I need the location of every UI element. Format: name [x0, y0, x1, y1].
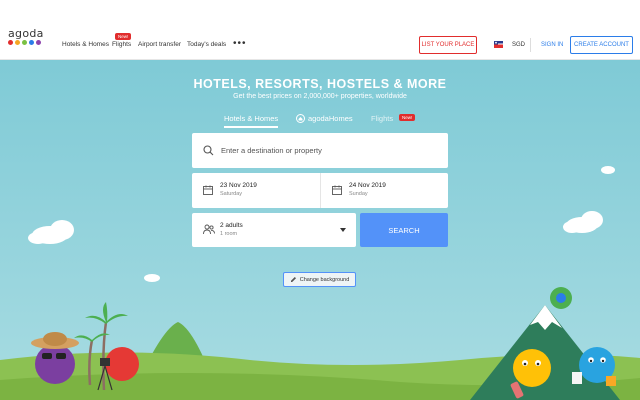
- pencil-icon: [290, 277, 296, 282]
- logo-dot: [15, 40, 20, 45]
- tab-hotels-homes[interactable]: Hotels & Homes: [224, 114, 279, 128]
- tab-agoda-homes[interactable]: agodaHomes: [308, 114, 353, 123]
- nav-flights-new-badge: New!: [115, 33, 132, 40]
- rooms-value: 1 room: [220, 231, 238, 237]
- logo-dots: [8, 40, 41, 45]
- hero-subtitle: Get the best prices on 2,000,000+ proper…: [233, 93, 407, 100]
- calendar-icon: [332, 185, 342, 195]
- change-background-label: Change background: [299, 276, 350, 283]
- logo-dot: [8, 40, 13, 45]
- nav-hotels-homes[interactable]: Hotels & Homes: [62, 41, 109, 48]
- logo-dot: [36, 40, 41, 45]
- check-out-day: Sunday: [349, 191, 368, 197]
- search-button[interactable]: SEARCH: [360, 213, 448, 247]
- create-account-button[interactable]: CREATE ACCOUNT: [570, 36, 633, 54]
- change-background-button[interactable]: Change background: [283, 272, 356, 287]
- nav-flights[interactable]: Flights: [112, 41, 131, 48]
- chevron-down-icon: [340, 228, 346, 232]
- nav-todays-deals[interactable]: Today's deals: [187, 41, 226, 48]
- top-header: agoda Hotels & Homes Flights New! Airpor…: [0, 0, 640, 60]
- check-out-date-value: 24 Nov 2019: [349, 182, 386, 189]
- destination-placeholder: Enter a destination or property: [221, 146, 322, 155]
- hero-title: HOTELS, RESORTS, HOSTELS & MORE: [193, 77, 447, 91]
- list-your-place-button[interactable]: LIST YOUR PLACE: [419, 36, 477, 54]
- search-icon: [203, 145, 214, 156]
- check-in-day: Saturday: [220, 191, 243, 197]
- currency-selector[interactable]: SGD: [512, 42, 525, 48]
- sign-in-button[interactable]: SIGN IN: [541, 42, 563, 48]
- agoda-homes-icon: [296, 114, 305, 123]
- nav-airport-transfer[interactable]: Airport transfer: [138, 41, 181, 48]
- tab-flights-new-badge: New!: [399, 114, 416, 121]
- check-in-date[interactable]: 23 Nov 2019 Saturday: [192, 173, 320, 208]
- people-icon: [203, 224, 215, 235]
- check-in-date-value: 23 Nov 2019: [220, 182, 257, 189]
- date-range-picker: 23 Nov 2019 Saturday 24 Nov 2019 Sunday: [192, 173, 448, 208]
- destination-search-input[interactable]: Enter a destination or property: [192, 133, 448, 168]
- header-divider: [530, 38, 531, 52]
- calendar-icon: [203, 185, 213, 195]
- hero-section: HOTELS, RESORTS, HOSTELS & MORE Get the …: [0, 60, 640, 400]
- tab-flights[interactable]: Flights: [371, 114, 393, 123]
- singapore-flag-icon[interactable]: [494, 41, 503, 48]
- logo-text: agoda: [8, 27, 44, 40]
- logo-dot: [29, 40, 34, 45]
- guests-value: 2 adults: [220, 222, 243, 229]
- more-menu-icon[interactable]: •••: [233, 38, 247, 49]
- guests-selector[interactable]: 2 adults 1 room: [192, 213, 356, 247]
- check-out-date[interactable]: 24 Nov 2019 Sunday: [320, 173, 448, 208]
- logo-dot: [22, 40, 27, 45]
